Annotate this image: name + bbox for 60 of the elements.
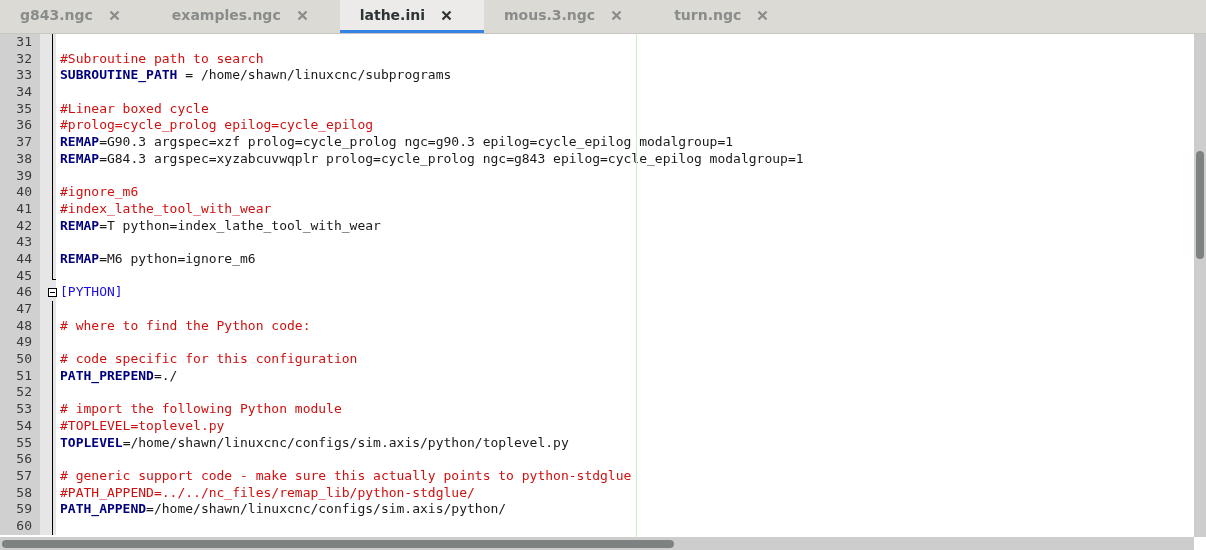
- line-number: 48: [16, 317, 32, 335]
- file-tab[interactable]: g843.ngc: [0, 0, 152, 33]
- code-comment: #TOPLEVEL=toplevel.py: [60, 417, 225, 433]
- code-comment: #Linear boxed cycle: [60, 100, 209, 116]
- line-number: 57: [16, 467, 32, 485]
- section-header: [PYTHON]: [60, 284, 123, 300]
- line-number: 54: [16, 417, 32, 435]
- fold-end-marker: [52, 267, 56, 281]
- file-tab[interactable]: lathe.ini: [339, 0, 484, 33]
- line-number: 52: [16, 384, 32, 402]
- line-number: 55: [16, 434, 32, 452]
- line-number: 53: [16, 401, 32, 418]
- collapse-icon[interactable]: [48, 288, 57, 298]
- line-number: 32: [16, 50, 32, 68]
- code-line: SUBROUTINE_PATH = /home/shawn/linuxcnc/subprograms: [60, 67, 452, 83]
- code-comment: #index_lathe_tool_with_wear: [60, 200, 272, 216]
- code-comment: #Subroutine path to search: [60, 50, 264, 66]
- code-line: TOPLEVEL=/home/shawn/linuxcnc/configs/sim.axis/python/toplevel.py: [60, 434, 569, 450]
- code-line: REMAP=M6 python=ignore_m6: [60, 250, 256, 266]
- line-number: 50: [16, 351, 32, 368]
- line-number: 58: [16, 484, 32, 502]
- line-number: 59: [16, 501, 32, 518]
- line-number: 40: [16, 184, 32, 201]
- code-comment: # where to find the Python code:: [60, 317, 311, 333]
- line-number: 51: [16, 367, 32, 385]
- close-icon[interactable]: [441, 9, 452, 21]
- line-number: 38: [16, 150, 32, 168]
- line-number: 46: [16, 284, 32, 301]
- file-tab[interactable]: mous.3.ngc: [484, 0, 655, 33]
- code-comment: #prolog=cycle_prolog epilog=cycle_epilog: [60, 117, 374, 133]
- line-number: 41: [16, 200, 32, 218]
- file-tab[interactable]: examples.ngc: [151, 0, 340, 33]
- line-number: 45: [16, 267, 32, 285]
- code-line: PATH_PREPEND=./: [60, 367, 178, 383]
- code-line: REMAP=G84.3 argspec=xyzabcuvwqplr prolog=cycle_prolog ngc=g843 epilog=cycle_epilog modalgroup=1: [60, 150, 804, 166]
- code-line: REMAP=T python=index_lathe_tool_with_wear: [60, 217, 381, 233]
- line-number: 36: [16, 117, 32, 135]
- code-line: PATH_APPEND=/home/shawn/linuxcnc/configs/sim.axis/python/: [60, 501, 507, 517]
- line-number: 44: [16, 250, 32, 268]
- line-number: 37: [16, 134, 32, 151]
- line-number: 31: [16, 34, 32, 51]
- code-line: REMAP=G90.3 argspec=xzf prolog=cycle_prolog ngc=g90.3 epilog=cycle_epilog modalgroup=1: [60, 134, 734, 150]
- line-number: 43: [16, 234, 32, 251]
- code-comment: # code specific for this configuration: [60, 351, 358, 367]
- line-number: 34: [16, 84, 32, 101]
- vertical-scrollbar[interactable]: [1194, 34, 1206, 537]
- line-number: 49: [16, 334, 32, 352]
- line-number: 35: [16, 100, 32, 118]
- code-comment: #PATH_APPEND=../../nc_files/remap_lib/python-stdglue/: [60, 484, 475, 500]
- file-tab[interactable]: turn.ngc: [654, 0, 801, 33]
- code-comment: # import the following Python module: [60, 401, 342, 417]
- line-number: 39: [16, 167, 32, 185]
- code-comment: #ignore_m6: [60, 184, 139, 200]
- line-number: 33: [16, 67, 32, 85]
- horizontal-scrollbar[interactable]: [0, 537, 1194, 550]
- line-number: 60: [16, 517, 32, 535]
- line-number: 47: [16, 301, 32, 318]
- line-number: 42: [16, 217, 32, 235]
- line-number: 56: [16, 451, 32, 468]
- code-comment: # generic support code - make sure this actually points to python-stdglue: [60, 467, 632, 483]
